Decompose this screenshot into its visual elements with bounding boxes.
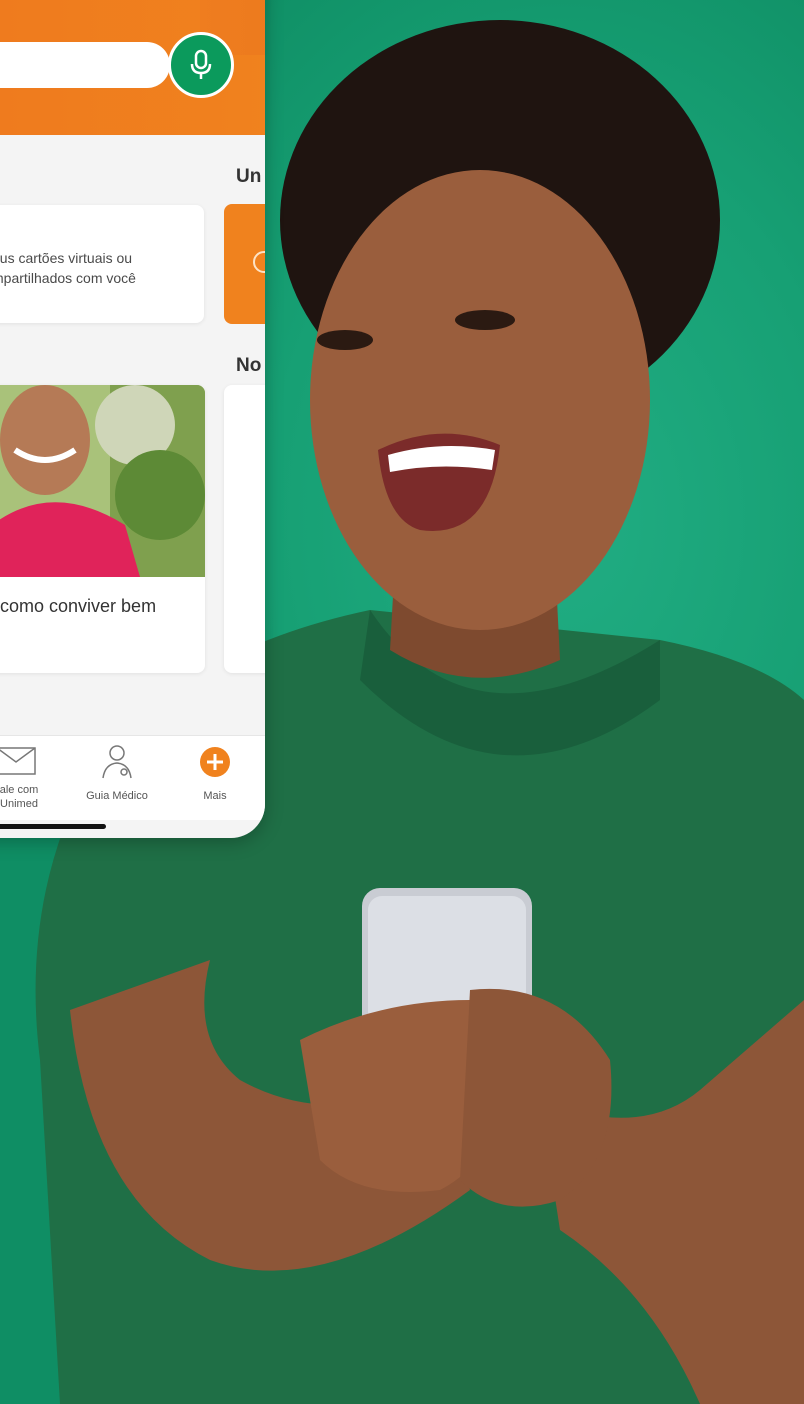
- news-card-secondary[interactable]: [224, 385, 265, 673]
- virtual-cards-text-line2: mpartilhados com você: [0, 270, 136, 286]
- plus-circle-icon: [200, 747, 230, 777]
- section-label-news: No: [236, 355, 262, 376]
- news-card-title: como conviver bem: [0, 596, 157, 616]
- home-indicator: [0, 824, 106, 829]
- news-image: [0, 385, 205, 577]
- doctor-icon: [102, 745, 132, 779]
- tab-label-line2: Unimed: [0, 798, 38, 810]
- tab-fale-com-unimed[interactable]: ale com Unimed: [0, 744, 40, 814]
- tab-guia-medico[interactable]: Guia Médico: [72, 744, 162, 814]
- virtual-cards-card[interactable]: eus cartões virtuais ou mpartilhados com…: [0, 205, 204, 323]
- microphone-button[interactable]: [168, 32, 234, 98]
- news-card[interactable]: [0, 385, 205, 673]
- microphone-icon: [190, 49, 212, 79]
- location-icon: [253, 251, 265, 273]
- tab-label-line1: ale com: [0, 784, 39, 796]
- section-label-unimed: Un: [236, 166, 262, 187]
- tab-mais[interactable]: Mais: [185, 744, 245, 814]
- tab-label: Guia Médico: [86, 790, 148, 802]
- virtual-cards-text-line1: eus cartões virtuais ou: [0, 250, 133, 266]
- envelope-icon: [0, 747, 36, 775]
- phone-mockup: Un eus cartões virtuais ou mpartilhados …: [0, 0, 265, 838]
- tab-label: Mais: [203, 790, 227, 802]
- search-input[interactable]: [0, 42, 170, 88]
- bottom-tab-bar: ale com Unimed Guia Médico Mais: [0, 735, 265, 820]
- shortcut-tile[interactable]: [224, 204, 265, 324]
